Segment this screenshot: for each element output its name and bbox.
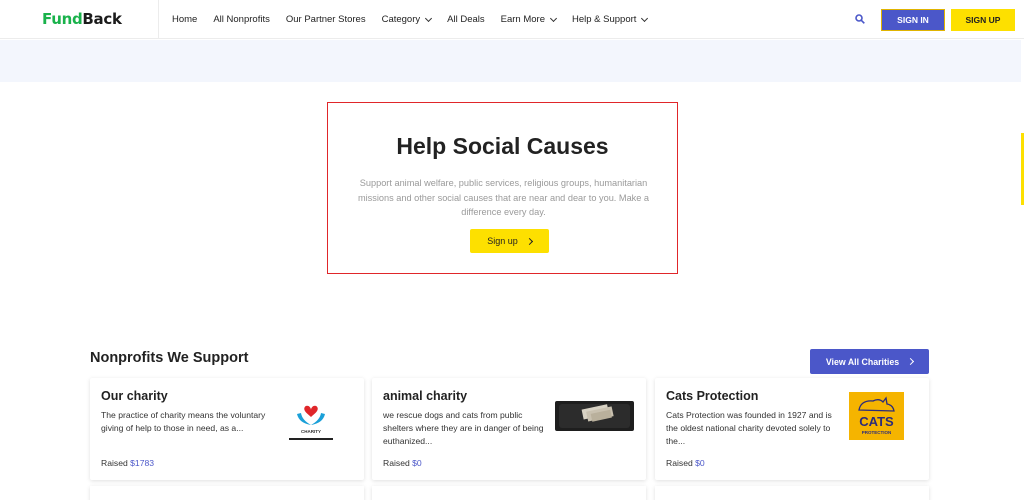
charity-card-partial[interactable] <box>655 486 929 500</box>
card-description: we rescue dogs and cats from public shel… <box>383 410 544 446</box>
charity-card-partial[interactable] <box>90 486 364 500</box>
protection-logo-text: PROTECTION <box>862 430 892 435</box>
nav-label: All Nonprofits <box>213 14 270 25</box>
chevron-right-icon <box>907 357 915 366</box>
charity-card[interactable]: Cats Protection Cats Protection was foun… <box>655 378 929 480</box>
charity-card-partial[interactable] <box>372 486 646 500</box>
charity-logo-text: CHARITY <box>301 429 321 434</box>
cats-logo-text: CATS <box>859 414 894 429</box>
card-title[interactable]: Our charity <box>101 389 168 403</box>
raised-amount: $0 <box>695 458 705 468</box>
card-description: The practice of charity means the volunt… <box>101 410 266 433</box>
card-title[interactable]: animal charity <box>383 389 467 403</box>
hero-button-label: Sign up <box>487 236 518 246</box>
chevron-right-icon <box>525 237 533 245</box>
chevron-down-icon <box>425 14 433 22</box>
sign-up-button[interactable]: SIGN UP <box>951 9 1015 31</box>
card-description: Cats Protection was founded in 1927 and … <box>666 410 832 446</box>
sign-in-button[interactable]: SIGN IN <box>881 9 945 31</box>
card-raised: Raised $0 <box>383 458 422 468</box>
raised-label: Raised <box>666 458 693 468</box>
hero-section: Help Social Causes Support animal welfar… <box>327 102 678 274</box>
charity-card[interactable]: Our charity The practice of charity mean… <box>90 378 364 480</box>
card-raised: Raised $1783 <box>101 458 154 468</box>
nav-label: All Deals <box>447 14 485 25</box>
hero-description: Support animal welfare, public services,… <box>357 178 650 217</box>
search-icon[interactable] <box>855 14 865 24</box>
raised-label: Raised <box>383 458 410 468</box>
nav-category[interactable]: Category <box>381 14 433 25</box>
logo-area: FundBack <box>0 0 159 39</box>
logo-part-fund: Fund <box>42 10 83 28</box>
view-all-charities-button[interactable]: View All Charities <box>810 349 929 374</box>
nav-label: Help & Support <box>572 14 637 25</box>
hero-sign-up-button[interactable]: Sign up <box>470 229 549 253</box>
raised-amount: $0 <box>412 458 422 468</box>
view-all-label: View All Charities <box>825 356 900 367</box>
hero-title: Help Social Causes <box>396 133 609 159</box>
nav-earn-more[interactable]: Earn More <box>500 14 558 25</box>
nav-all-nonprofits[interactable]: All Nonprofits <box>213 14 270 25</box>
nav-label: Our Partner Stores <box>285 14 366 25</box>
nav-label: Home <box>172 14 198 25</box>
section-title: Nonprofits We Support <box>90 350 249 366</box>
nav-partner-stores[interactable]: Our Partner Stores <box>286 14 366 25</box>
banner-strip <box>0 40 1021 82</box>
card-title[interactable]: Cats Protection <box>666 389 758 403</box>
top-header: FundBack Home All Nonprofits Our Partner… <box>0 0 1024 39</box>
card-raised: Raised $0 <box>666 458 705 468</box>
chevron-down-icon <box>641 14 649 22</box>
raised-label: Raised <box>101 458 128 468</box>
fundback-logo[interactable]: FundBack <box>42 10 122 28</box>
raised-amount: $1783 <box>130 458 155 468</box>
chevron-down-icon <box>549 14 558 22</box>
cats-protection-logo: CATS PROTECTION <box>849 392 904 440</box>
nav-all-deals[interactable]: All Deals <box>447 14 485 25</box>
nav-home[interactable]: Home <box>172 14 197 25</box>
charity-card[interactable]: animal charity we rescue dogs and cats f… <box>372 378 646 480</box>
logo-part-back: Back <box>82 10 122 28</box>
nav-label: Category <box>381 14 421 25</box>
wallet-money-image <box>555 401 634 431</box>
nav-help-support[interactable]: Help & Support <box>572 14 649 25</box>
main-nav: Home All Nonprofits Our Partner Stores C… <box>172 0 663 39</box>
charity-logo-image: CHARITY <box>289 405 333 440</box>
nav-label: Earn More <box>500 14 545 25</box>
